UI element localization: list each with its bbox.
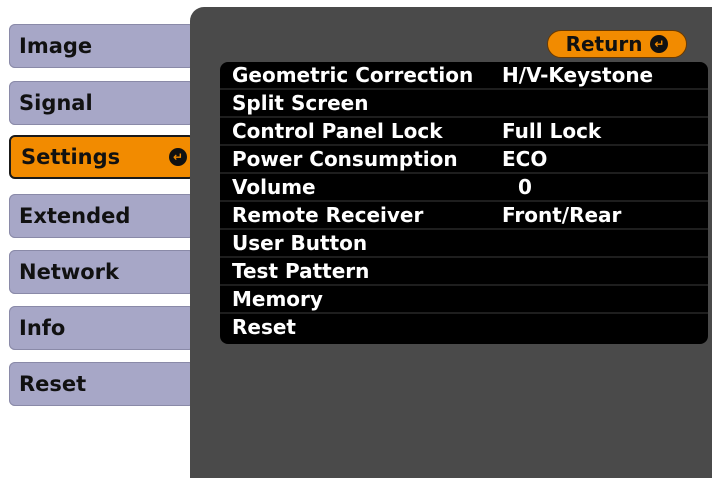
enter-icon: ↵ (169, 148, 187, 166)
tab-info[interactable]: Info (9, 306, 195, 350)
tab-label: Network (19, 260, 120, 284)
tab-label: Reset (19, 372, 87, 396)
setting-control-panel-lock[interactable]: Control Panel Lock Full Lock (220, 118, 708, 146)
tab-label: Image (19, 34, 93, 58)
setting-value: 0 (518, 175, 532, 199)
setting-power-consumption[interactable]: Power Consumption ECO (220, 146, 708, 174)
setting-test-pattern[interactable]: Test Pattern (220, 258, 708, 286)
setting-value: Full Lock (502, 119, 602, 143)
setting-split-screen[interactable]: Split Screen (220, 90, 708, 118)
tab-label: Extended (19, 204, 131, 228)
setting-label: Reset (232, 315, 296, 339)
tab-label: Signal (19, 91, 93, 115)
tab-network[interactable]: Network (9, 250, 195, 294)
setting-label: Control Panel Lock (232, 119, 443, 143)
setting-memory[interactable]: Memory (220, 286, 708, 314)
setting-label: Memory (232, 287, 323, 311)
settings-list: Geometric Correction H/V-Keystone Split … (220, 62, 708, 344)
setting-value: Front/Rear (502, 203, 622, 227)
return-button[interactable]: Return ↵ (547, 30, 687, 58)
tab-label: Settings (21, 145, 121, 169)
setting-label: Geometric Correction (232, 63, 474, 87)
setting-user-button[interactable]: User Button (220, 230, 708, 258)
setting-remote-receiver[interactable]: Remote Receiver Front/Rear (220, 202, 708, 230)
setting-label: User Button (232, 231, 368, 255)
setting-reset[interactable]: Reset (220, 314, 708, 342)
setting-volume[interactable]: Volume 0 (220, 174, 708, 202)
tab-reset[interactable]: Reset (9, 362, 195, 406)
enter-icon: ↵ (650, 35, 669, 53)
setting-value: ECO (502, 147, 548, 171)
tab-label: Info (19, 316, 66, 340)
setting-label: Volume (232, 175, 316, 199)
tab-settings[interactable]: Settings ↵ (9, 135, 195, 179)
setting-label: Test Pattern (232, 259, 370, 283)
setting-value: H/V-Keystone (502, 63, 654, 87)
tab-image[interactable]: Image (9, 24, 195, 68)
setting-geometric-correction[interactable]: Geometric Correction H/V-Keystone (220, 62, 708, 90)
tab-signal[interactable]: Signal (9, 81, 195, 125)
tab-extended[interactable]: Extended (9, 194, 195, 238)
setting-label: Power Consumption (232, 147, 458, 171)
setting-label: Split Screen (232, 91, 369, 115)
setting-label: Remote Receiver (232, 203, 424, 227)
return-label: Return (565, 32, 643, 56)
